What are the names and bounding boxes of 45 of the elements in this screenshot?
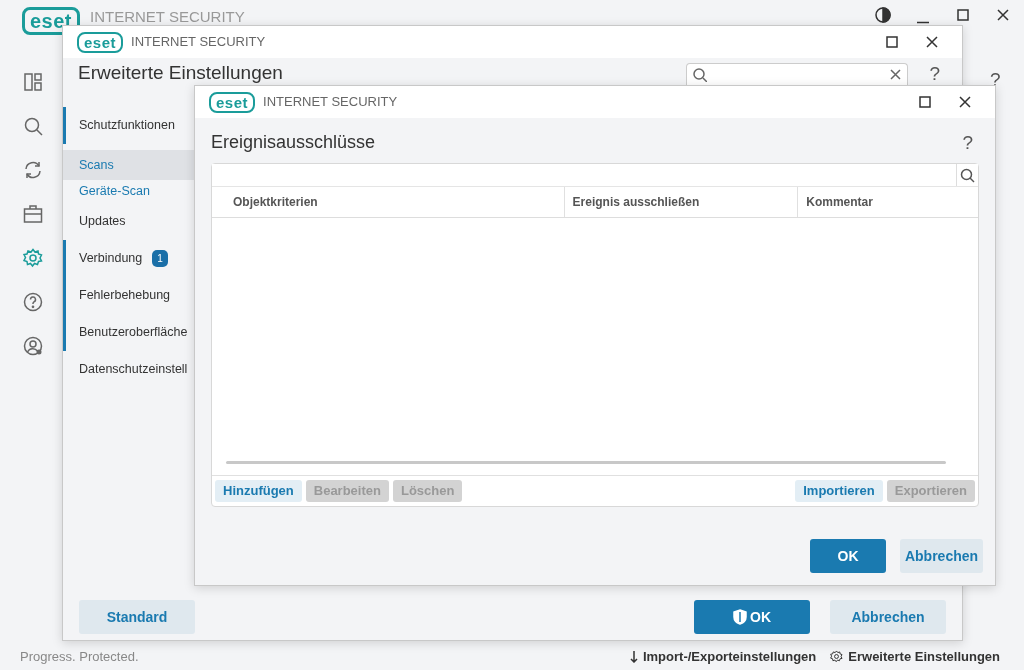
toolbar-button[interactable]: Hinzufügen	[215, 480, 302, 502]
dashboard-icon[interactable]	[22, 71, 44, 93]
column-header[interactable]: Objektkriterien	[212, 187, 564, 217]
settings-link[interactable]: Scans	[63, 150, 196, 180]
column-header[interactable]: Ereignis ausschließen	[563, 187, 798, 217]
cancel-button[interactable]: Abbrechen	[900, 539, 983, 573]
minimize-icon[interactable]	[917, 21, 929, 24]
logo: eset	[77, 31, 124, 53]
close-icon[interactable]	[959, 96, 971, 108]
toolbar-button[interactable]: Importieren	[795, 480, 883, 502]
close-icon[interactable]	[997, 8, 1009, 21]
window-title: INTERNET SECURITY	[263, 93, 398, 112]
settings-category[interactable]: Verbindung	[79, 249, 143, 268]
help-button[interactable]: ?	[962, 132, 973, 152]
settings-category[interactable]: Datenschutzeinstell	[63, 351, 196, 388]
gear-icon[interactable]	[830, 650, 844, 664]
refresh-icon[interactable]	[22, 159, 44, 181]
dialog-heading: Erweiterte Einstellungen	[78, 61, 283, 84]
help-button[interactable]: ?	[929, 64, 940, 83]
search-icon[interactable]	[22, 115, 44, 137]
clear-icon[interactable]	[890, 69, 902, 80]
briefcase-icon[interactable]	[22, 203, 44, 225]
count-badge: 1	[152, 250, 168, 267]
close-icon[interactable]	[926, 36, 938, 48]
ok-button[interactable]: OK	[694, 600, 810, 634]
ok-button[interactable]: OK	[810, 539, 886, 573]
maximize-icon[interactable]	[957, 8, 969, 21]
status-text: Progress. Protected.	[20, 648, 139, 666]
default-button[interactable]: Standard	[79, 600, 195, 634]
maximize-icon[interactable]	[919, 96, 931, 108]
cancel-button[interactable]: Abbrechen	[830, 600, 946, 634]
search-icon	[693, 67, 708, 82]
user-icon[interactable]	[22, 335, 44, 357]
dialog-heading: Ereignisausschlüsse	[211, 130, 376, 154]
search-field[interactable]	[686, 63, 909, 85]
settings-category[interactable]: Updates	[63, 203, 196, 240]
app-title: INTERNET SECURITY	[90, 9, 245, 24]
column-header[interactable]: Kommentar	[797, 187, 978, 217]
scrollbar[interactable]	[226, 461, 946, 464]
maximize-icon[interactable]	[886, 36, 898, 48]
help-icon[interactable]	[22, 291, 44, 313]
download-icon[interactable]	[629, 650, 638, 664]
logo: eset	[209, 91, 256, 113]
settings-link[interactable]: Geräte-Scan	[63, 180, 196, 203]
window-title: INTERNET SECURITY	[131, 33, 266, 52]
